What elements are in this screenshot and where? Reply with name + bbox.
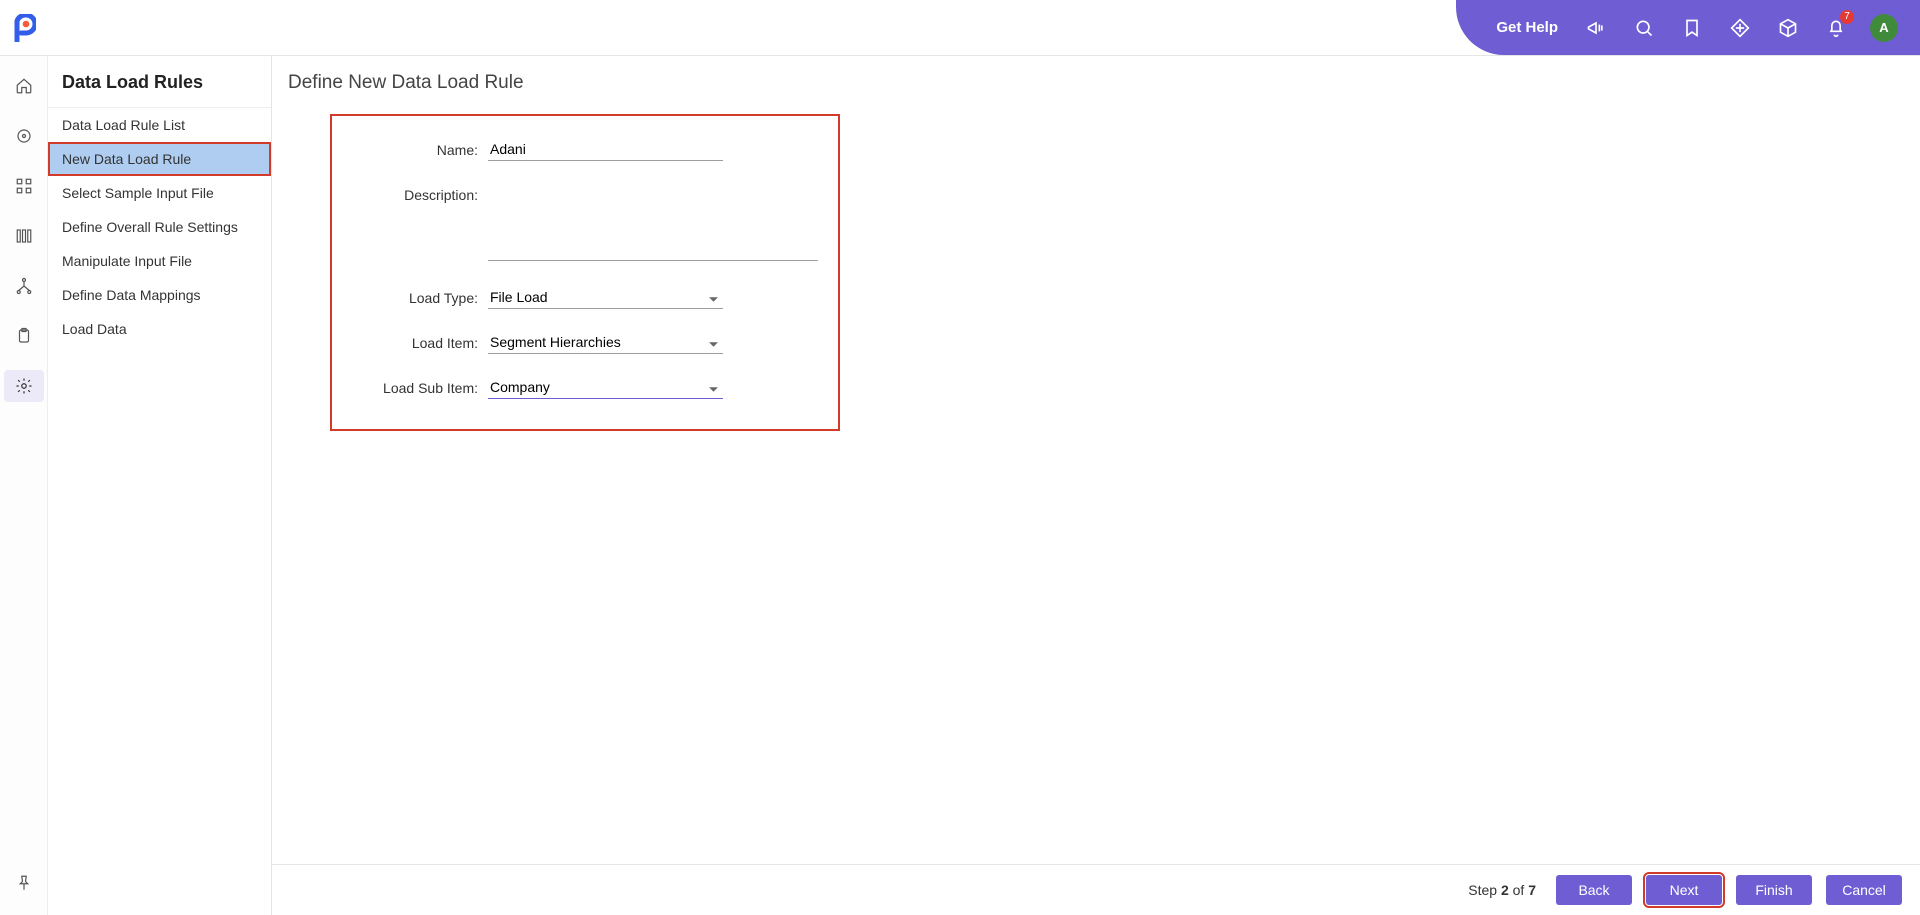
sidebar-item-rule-list[interactable]: Data Load Rule List [48, 108, 271, 142]
wizard-footer: Step 2 of 7 Back Next Finish Cancel [272, 864, 1920, 915]
load-type-value[interactable] [488, 286, 723, 309]
label-load-type: Load Type: [362, 286, 488, 306]
finish-button[interactable]: Finish [1736, 875, 1812, 905]
sidebar-item-new-rule[interactable]: New Data Load Rule [48, 142, 271, 176]
rail-clipboard[interactable] [4, 320, 44, 352]
rule-form: Name: Description: Load Type: [330, 114, 840, 431]
diamond-icon[interactable] [1726, 14, 1754, 42]
logo-container [0, 0, 48, 55]
load-sub-item-value[interactable] [488, 376, 723, 399]
name-input[interactable] [488, 138, 723, 161]
load-item-select[interactable] [488, 331, 723, 354]
get-help-link[interactable]: Get Help [1496, 19, 1558, 36]
bookmark-icon[interactable] [1678, 14, 1706, 42]
back-button[interactable]: Back [1556, 875, 1632, 905]
sidebar-item-overall-settings[interactable]: Define Overall Rule Settings [48, 210, 271, 244]
search-icon[interactable] [1630, 14, 1658, 42]
next-button[interactable]: Next [1646, 875, 1722, 905]
rail-grid[interactable] [4, 170, 44, 202]
main-content: Define New Data Load Rule Name: Descript… [272, 56, 1920, 915]
description-input[interactable] [488, 183, 818, 261]
load-sub-item-select[interactable] [488, 376, 723, 399]
rail-hierarchy[interactable] [4, 270, 44, 302]
page-heading: Define New Data Load Rule [282, 72, 1920, 94]
icon-rail [0, 56, 48, 915]
load-type-select[interactable] [488, 286, 723, 309]
announce-icon[interactable] [1582, 14, 1610, 42]
load-item-value[interactable] [488, 331, 723, 354]
sidebar-item-manipulate[interactable]: Manipulate Input File [48, 244, 271, 278]
rail-settings[interactable] [4, 370, 44, 402]
label-description: Description: [362, 183, 488, 203]
label-name: Name: [362, 138, 488, 158]
sidebar-title: Data Load Rules [48, 56, 271, 108]
bell-icon[interactable]: 7 [1822, 14, 1850, 42]
sidebar-item-mappings[interactable]: Define Data Mappings [48, 278, 271, 312]
rail-columns[interactable] [4, 220, 44, 252]
rail-pin[interactable] [4, 867, 44, 899]
steps-sidebar: Data Load Rules Data Load Rule List New … [48, 56, 272, 915]
sidebar-item-select-sample[interactable]: Select Sample Input File [48, 176, 271, 210]
top-bar-actions: Get Help 7 A [1456, 0, 1920, 55]
step-indicator: Step 2 of 7 [1468, 882, 1536, 898]
notification-badge: 7 [1840, 10, 1854, 24]
label-load-item: Load Item: [362, 331, 488, 351]
sidebar-item-load-data[interactable]: Load Data [48, 312, 271, 346]
rail-target[interactable] [4, 120, 44, 152]
cube-icon[interactable] [1774, 14, 1802, 42]
app-logo [12, 14, 36, 42]
top-bar: Get Help 7 A [0, 0, 1920, 56]
avatar[interactable]: A [1870, 14, 1898, 42]
label-load-sub-item: Load Sub Item: [362, 376, 488, 396]
cancel-button[interactable]: Cancel [1826, 875, 1902, 905]
rail-home[interactable] [4, 70, 44, 102]
